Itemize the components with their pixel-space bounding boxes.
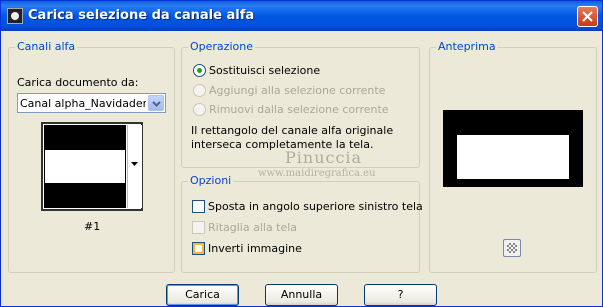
channel-number-label: #1 bbox=[84, 220, 101, 233]
invert-image-checkbox[interactable] bbox=[192, 242, 205, 255]
help-button[interactable]: ? bbox=[364, 284, 437, 306]
preview-group-label: Anteprima bbox=[436, 40, 498, 53]
channel-thumbnail-shape bbox=[45, 150, 125, 183]
window-title: Carica selezione da canale alfa bbox=[28, 8, 255, 23]
checkerboard-icon bbox=[507, 243, 517, 253]
load-button[interactable]: Carica bbox=[166, 284, 239, 306]
watermark-url: www.maidiregrafica.eu bbox=[258, 168, 376, 179]
crop-to-canvas-checkbox[interactable] bbox=[192, 221, 205, 234]
document-select[interactable]: Canal alpha_NavidadenTi bbox=[17, 93, 166, 113]
document-select-value: Canal alpha_NavidadenTi bbox=[20, 97, 146, 110]
remove-from-selection-label[interactable]: Rimuovi dalla selezione corrente bbox=[209, 103, 389, 116]
load-document-label: Carica documento da: bbox=[17, 76, 139, 89]
remove-from-selection-radio[interactable] bbox=[193, 103, 206, 116]
alpha-channels-group-label: Canali alfa bbox=[15, 40, 78, 53]
document-select-dropdown-button[interactable] bbox=[148, 95, 164, 111]
close-button[interactable] bbox=[577, 6, 598, 27]
preview-selection-shape bbox=[457, 135, 569, 179]
add-to-selection-radio[interactable] bbox=[193, 84, 206, 97]
chevron-down-icon bbox=[152, 101, 161, 107]
title-bar[interactable]: Carica selezione da canale alfa bbox=[1, 1, 602, 31]
move-to-top-left-label[interactable]: Sposta in angolo superiore sinistro tela bbox=[208, 200, 423, 213]
add-to-selection-label[interactable]: Aggiungi alla selezione corrente bbox=[209, 84, 385, 97]
options-group-label: Opzioni bbox=[188, 174, 234, 187]
preview-zoom-button[interactable] bbox=[503, 239, 521, 257]
dialog-window: Carica selezione da canale alfa Canali a… bbox=[0, 0, 603, 307]
channel-picker-arrow[interactable] bbox=[127, 125, 142, 208]
invert-image-label[interactable]: Inverti immagine bbox=[208, 242, 302, 255]
cancel-button[interactable]: Annulla bbox=[265, 284, 338, 306]
replace-selection-radio[interactable] bbox=[193, 64, 206, 77]
triangle-down-icon bbox=[131, 162, 138, 166]
preview-image bbox=[443, 110, 583, 187]
crop-to-canvas-label[interactable]: Ritaglia alla tela bbox=[208, 221, 297, 234]
app-icon[interactable] bbox=[7, 8, 23, 24]
watermark-name: Pinuccia bbox=[285, 148, 363, 167]
close-icon bbox=[582, 11, 593, 22]
operation-info-line-1: Il rettangolo del canale alfa originale bbox=[191, 124, 394, 137]
replace-selection-label[interactable]: Sostituisci selezione bbox=[209, 64, 320, 77]
operation-group-label: Operazione bbox=[188, 40, 255, 53]
move-to-top-left-checkbox[interactable] bbox=[192, 200, 205, 213]
channel-thumbnail-picker[interactable] bbox=[41, 122, 143, 211]
channel-thumbnail bbox=[44, 125, 126, 208]
